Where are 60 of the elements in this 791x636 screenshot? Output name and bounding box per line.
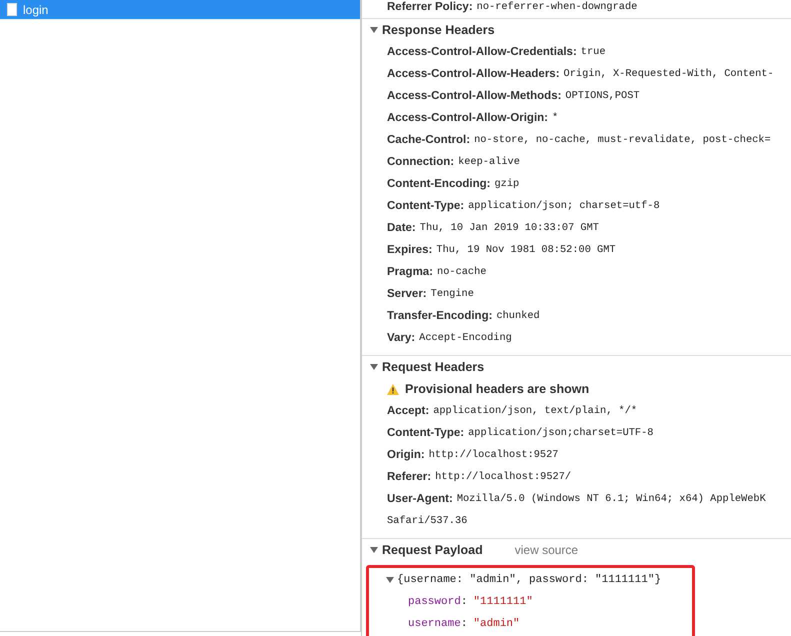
warning-icon — [387, 384, 399, 394]
header-key: Referer: — [387, 471, 432, 483]
header-key: Access-Control-Allow-Credentials: — [387, 46, 577, 58]
header-key: Connection: — [387, 156, 454, 168]
header-value: application/json, text/plain, */* — [433, 405, 638, 417]
header-value: http://localhost:9527 — [428, 449, 558, 461]
header-key: Content-Encoding: — [387, 178, 490, 190]
header-key: Access-Control-Allow-Headers: — [387, 68, 560, 80]
header-value: http://localhost:9527/ — [435, 471, 572, 483]
header-key: Transfer-Encoding: — [387, 310, 492, 322]
header-value: Mozilla/5.0 (Windows NT 6.1; Win64; x64) AppleWebK — [456, 493, 766, 505]
section-title[interactable]: Request Payload — [382, 543, 483, 557]
header-value: true — [580, 46, 606, 58]
header-key: Referrer Policy: — [387, 1, 473, 13]
section-title[interactable]: Response Headers — [382, 23, 495, 37]
header-key: Content-Type: — [387, 200, 464, 212]
header-value: no-referrer-when-downgrade — [476, 1, 638, 13]
section-title[interactable]: Request Headers — [382, 360, 484, 374]
header-value: application/json; charset=utf-8 — [468, 200, 660, 212]
header-value: Safari/537.36 — [387, 515, 468, 527]
header-key: Server: — [387, 288, 427, 300]
header-key: Access-Control-Allow-Methods: — [387, 90, 562, 102]
header-value: * — [552, 112, 558, 124]
expanded-triangle-icon[interactable] — [370, 363, 378, 371]
warning-message: Provisional headers are shown — [405, 382, 590, 396]
payload-value: "admin" — [473, 618, 520, 630]
header-value: application/json;charset=UTF-8 — [468, 427, 654, 439]
header-value: chunked — [496, 310, 540, 322]
header-key: Pragma: — [387, 266, 434, 278]
header-value: gzip — [494, 178, 520, 190]
payload-key: password — [408, 596, 461, 608]
payload-key: username — [408, 618, 461, 630]
header-key: Expires: — [387, 244, 432, 256]
header-value: Origin, X-Requested-With, Content- — [564, 68, 774, 80]
header-value: keep-alive — [458, 156, 520, 168]
header-value: no-store, no-cache, must-revalidate, post-check= — [474, 134, 771, 146]
header-key: Date: — [387, 222, 416, 234]
payload-summary[interactable]: {username: "admin", password: "1111111"} — [397, 574, 662, 586]
header-key: User-Agent: — [387, 493, 453, 505]
header-key: Origin: — [387, 449, 425, 461]
header-value: Thu, 19 Nov 1981 08:52:00 GMT — [436, 244, 616, 256]
header-key: Vary: — [387, 332, 416, 344]
payload-colon: : — [460, 596, 468, 608]
header-value: OPTIONS,POST — [565, 90, 640, 102]
payload-colon: : — [460, 618, 468, 630]
payload-value: "1111111" — [473, 596, 533, 608]
expanded-triangle-icon[interactable] — [370, 26, 378, 34]
document-icon — [7, 3, 17, 16]
view-source-link[interactable]: view source — [514, 543, 578, 557]
header-value: no-cache — [437, 266, 486, 278]
header-key: Content-Type: — [387, 427, 464, 439]
header-value: Thu, 10 Jan 2019 10:33:07 GMT — [420, 222, 599, 234]
header-value: Tengine — [430, 288, 474, 300]
expanded-triangle-icon[interactable] — [370, 546, 378, 554]
header-key: Cache-Control: — [387, 134, 470, 146]
expanded-triangle-icon[interactable] — [386, 576, 394, 584]
header-key: Accept: — [387, 405, 430, 417]
header-value: Accept-Encoding — [419, 332, 512, 344]
header-key: Access-Control-Allow-Origin: — [387, 112, 548, 124]
request-name: login — [23, 2, 48, 16]
